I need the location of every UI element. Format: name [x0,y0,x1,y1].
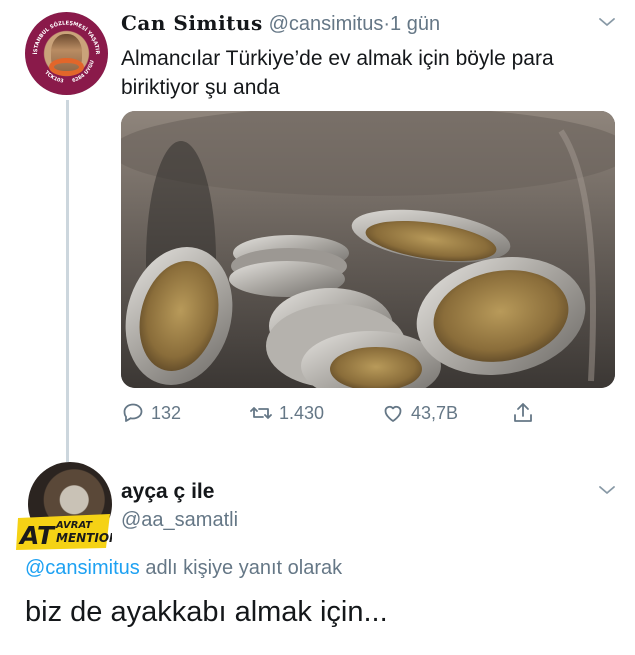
reply-count: 132 [151,402,182,423]
chevron-down-icon[interactable] [598,481,616,499]
badge-text-avrat: AVRAT [55,520,93,531]
reply-mention-link[interactable]: @cansimitus [25,557,140,579]
reply-author-name[interactable]: ayça ç ile [121,480,214,504]
share-button[interactable] [511,401,541,425]
like-icon [384,405,402,422]
tweet-actions: 132 1.430 43,7B [121,401,541,429]
author-name[interactable]: Can Simitus [121,11,263,35]
thread-line [66,100,69,462]
tweet-text: Almancılar Türkiye’de ev almak için böyl… [121,47,554,99]
author-avatar[interactable]: İSTANBUL SÖZLEŞMESİ YAŞATIR TCK103 6284 … [25,12,108,95]
badge-text-mention: MENTION [56,531,112,545]
lifebuoy-icon [49,58,84,76]
retweet-icon [250,407,272,419]
retweet-count: 1.430 [279,402,325,423]
share-icon [514,403,532,422]
reply-text: biz de ayakkabı almak için... [25,596,388,628]
chevron-down-icon[interactable] [598,13,616,31]
replying-to-label: adlı kişiye yanıt olarak [139,557,343,579]
retweet-button[interactable]: 1.430 [249,401,324,425]
author-handle[interactable]: @cansimitus [269,13,384,35]
badge-text-at: AT [18,521,56,550]
like-count: 43,7B [411,402,459,423]
tweet-header: Can Simitus @cansimitus·1 gün [121,11,440,36]
replying-to: @cansimitus adlı kişiye yanıt olarak [25,557,342,580]
reply-author-avatar[interactable]: AT AVRAT MENTION [16,462,116,552]
tweet-media-image[interactable] [121,111,615,388]
reply-button[interactable]: 132 [121,401,181,425]
reply-icon [123,403,143,422]
like-button[interactable]: 43,7B [381,401,458,425]
atavrat-badge-logo: AT AVRAT MENTION [16,514,112,550]
coins-photo [121,111,615,388]
tweet-time[interactable]: 1 gün [390,13,440,35]
reply-author-handle[interactable]: @aa_samatli [121,509,238,532]
